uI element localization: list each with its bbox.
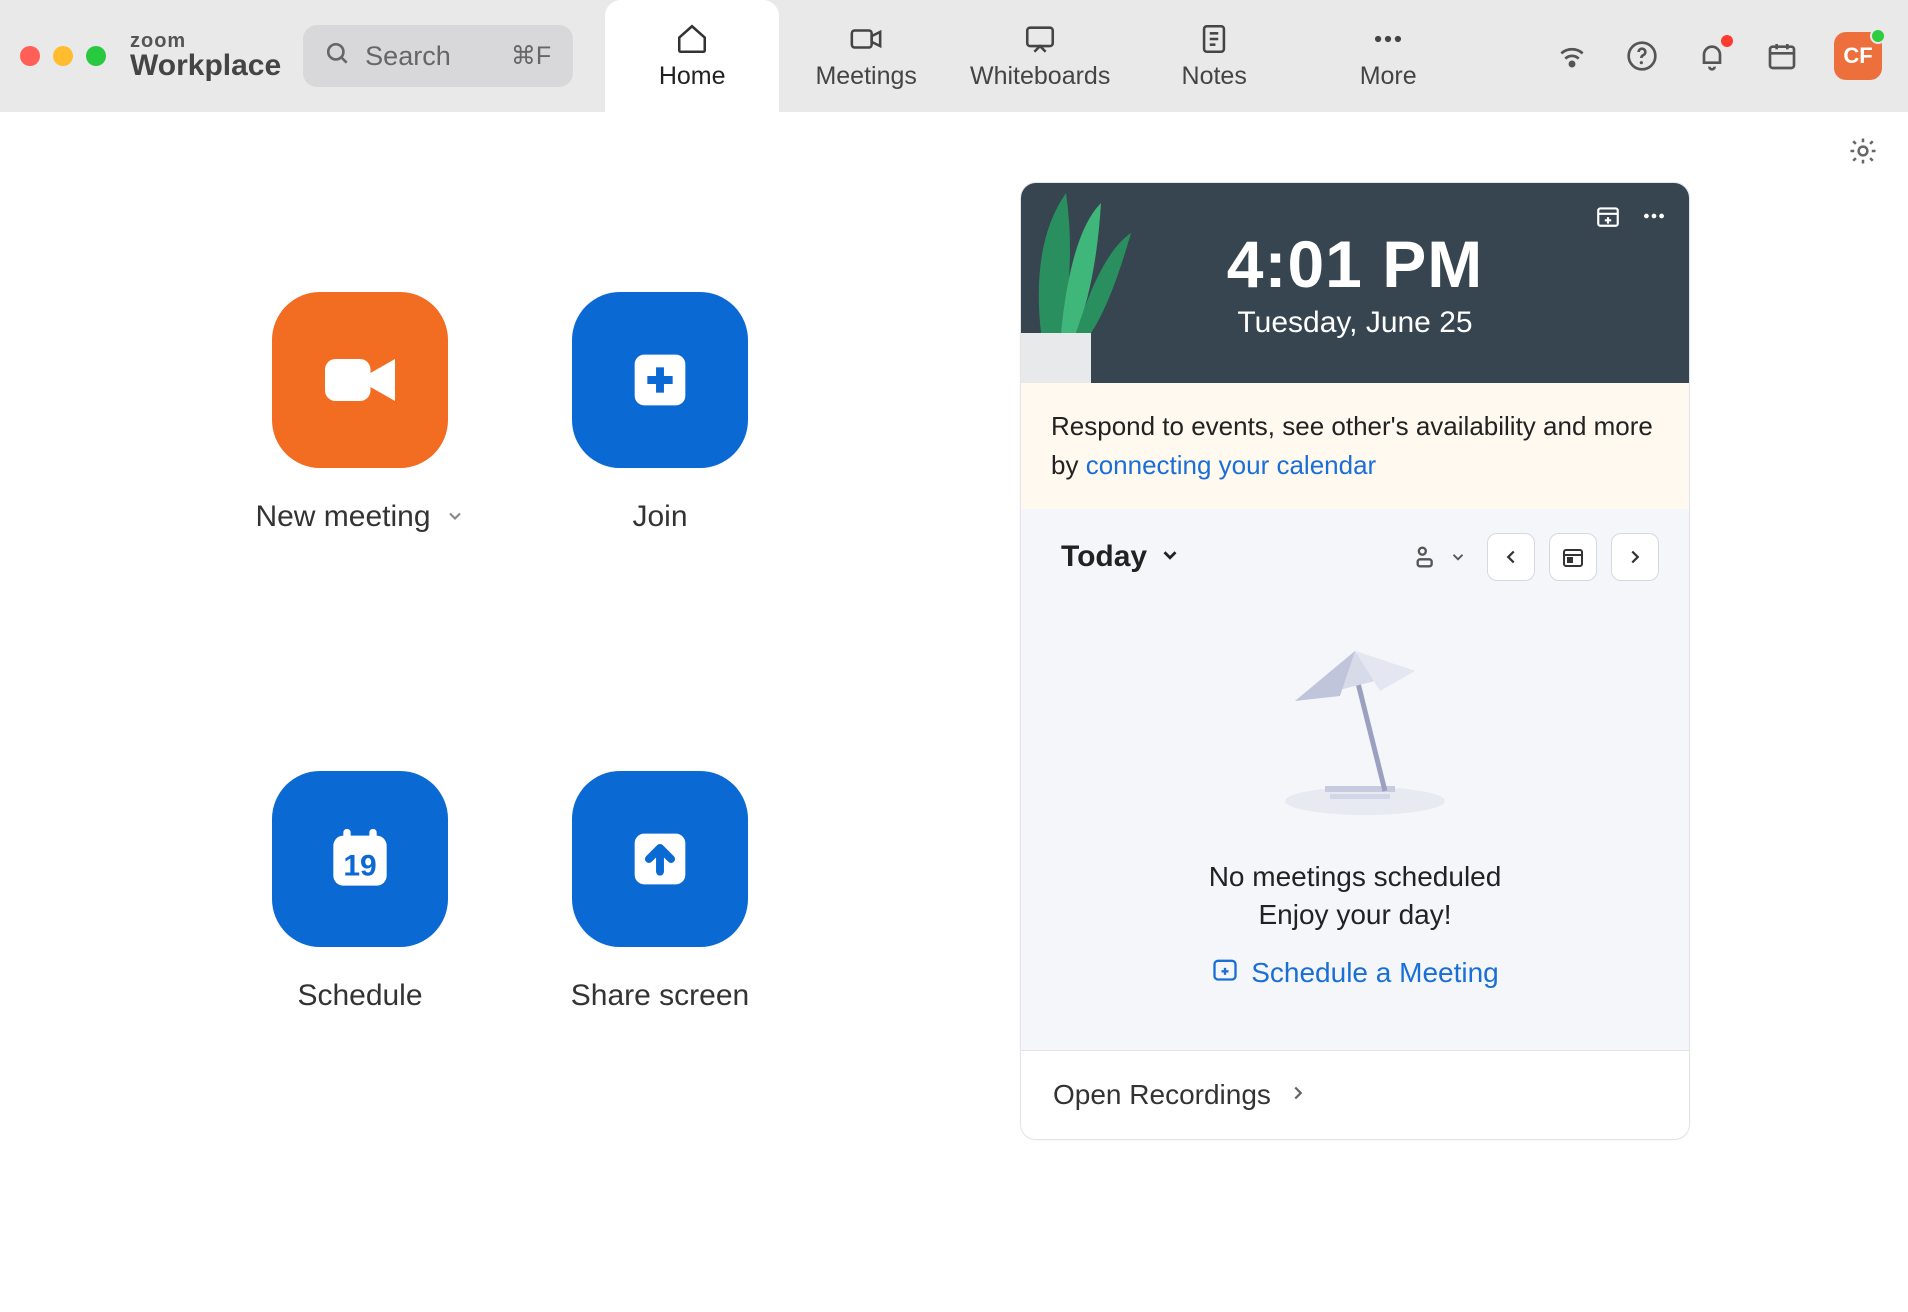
notes-icon [1197, 22, 1231, 56]
presence-indicator [1870, 28, 1886, 44]
calendar-plus-icon [1211, 955, 1239, 990]
bell-icon[interactable] [1694, 38, 1730, 74]
calendar-icon: 19 [272, 771, 448, 947]
recordings-label: Open Recordings [1053, 1079, 1271, 1111]
gear-icon[interactable] [1848, 136, 1878, 171]
more-icon[interactable] [1641, 203, 1667, 234]
search-icon [325, 41, 351, 72]
wifi-icon[interactable] [1554, 38, 1590, 74]
avatar-initials: CF [1843, 43, 1872, 69]
connect-calendar-prompt: Respond to events, see other's availabil… [1021, 383, 1689, 509]
action-label: Schedule [297, 979, 422, 1013]
chevron-down-icon[interactable] [445, 500, 465, 534]
search-shortcut: ⌘F [511, 41, 551, 71]
plus-icon [572, 292, 748, 468]
brand-line2: Workplace [130, 51, 281, 81]
video-icon [849, 22, 883, 56]
nav-label: Meetings [815, 62, 916, 91]
schedule-button[interactable]: 19 Schedule [210, 771, 510, 1140]
day-card: 4:01 PM Tuesday, June 25 Respond to even… [1020, 182, 1690, 1140]
search-placeholder: Search [365, 41, 497, 72]
prev-day-button[interactable] [1487, 533, 1535, 581]
brand: zoom Workplace [130, 31, 281, 81]
join-button[interactable]: Join [510, 292, 810, 661]
nav-more[interactable]: More [1301, 0, 1475, 112]
view-options[interactable] [1413, 543, 1467, 571]
open-recordings[interactable]: Open Recordings [1021, 1050, 1689, 1139]
nav-label: Whiteboards [970, 62, 1110, 91]
go-today-button[interactable] [1549, 533, 1597, 581]
arrow-up-icon [572, 771, 748, 947]
nav-whiteboards[interactable]: Whiteboards [953, 0, 1127, 112]
action-label: Join [632, 500, 687, 534]
calendar-icon[interactable] [1764, 38, 1800, 74]
clock-header: 4:01 PM Tuesday, June 25 [1021, 183, 1689, 383]
search-input[interactable]: Search ⌘F [303, 25, 573, 87]
notification-badge [1721, 35, 1733, 47]
day-nav: Today [1021, 509, 1689, 591]
clock-date: Tuesday, June 25 [1237, 306, 1472, 340]
empty-line-2: Enjoy your day! [1041, 899, 1669, 931]
today-dropdown[interactable]: Today [1061, 540, 1181, 574]
share-screen-button[interactable]: Share screen [510, 771, 810, 1140]
nav-meetings[interactable]: Meetings [779, 0, 953, 112]
chevron-right-icon [1287, 1079, 1309, 1111]
app-topbar: zoom Workplace Search ⌘F Home Meetings W… [0, 0, 1908, 112]
today-label: Today [1061, 540, 1147, 574]
whiteboard-icon [1023, 22, 1057, 56]
primary-nav: Home Meetings Whiteboards Notes More [605, 0, 1475, 112]
main-content: New meeting Join 1 [0, 112, 1908, 1312]
avatar[interactable]: CF [1834, 32, 1882, 80]
window-controls [20, 46, 106, 66]
nav-label: More [1360, 62, 1417, 91]
plant-illustration [1021, 183, 1141, 383]
brand-line1: zoom [130, 31, 281, 51]
umbrella-illustration [1041, 641, 1669, 821]
new-meeting-button[interactable]: New meeting [210, 292, 510, 661]
minimize-icon[interactable] [53, 46, 73, 66]
connect-calendar-link[interactable]: connecting your calendar [1086, 450, 1377, 480]
next-day-button[interactable] [1611, 533, 1659, 581]
empty-line-1: No meetings scheduled [1041, 861, 1669, 893]
video-icon [272, 292, 448, 468]
nav-home[interactable]: Home [605, 0, 779, 112]
nav-label: Home [659, 62, 726, 91]
chevron-down-icon [1159, 540, 1181, 574]
empty-schedule: No meetings scheduled Enjoy your day! Sc… [1021, 591, 1689, 1050]
help-icon[interactable] [1624, 38, 1660, 74]
schedule-meeting-link[interactable]: Schedule a Meeting [1211, 955, 1499, 990]
schedule-link-text: Schedule a Meeting [1251, 957, 1499, 989]
action-label: New meeting [255, 500, 430, 534]
quick-actions: New meeting Join 1 [0, 182, 1020, 1140]
home-icon [675, 22, 709, 56]
more-icon [1371, 22, 1405, 56]
nav-label: Notes [1182, 62, 1247, 91]
calendar-add-icon[interactable] [1595, 203, 1621, 234]
topbar-right-icons: CF [1554, 32, 1882, 80]
close-icon[interactable] [20, 46, 40, 66]
nav-notes[interactable]: Notes [1127, 0, 1301, 112]
action-label: Share screen [571, 979, 749, 1013]
fullscreen-icon[interactable] [86, 46, 106, 66]
svg-text:19: 19 [343, 850, 376, 883]
clock-time: 4:01 PM [1227, 226, 1483, 302]
